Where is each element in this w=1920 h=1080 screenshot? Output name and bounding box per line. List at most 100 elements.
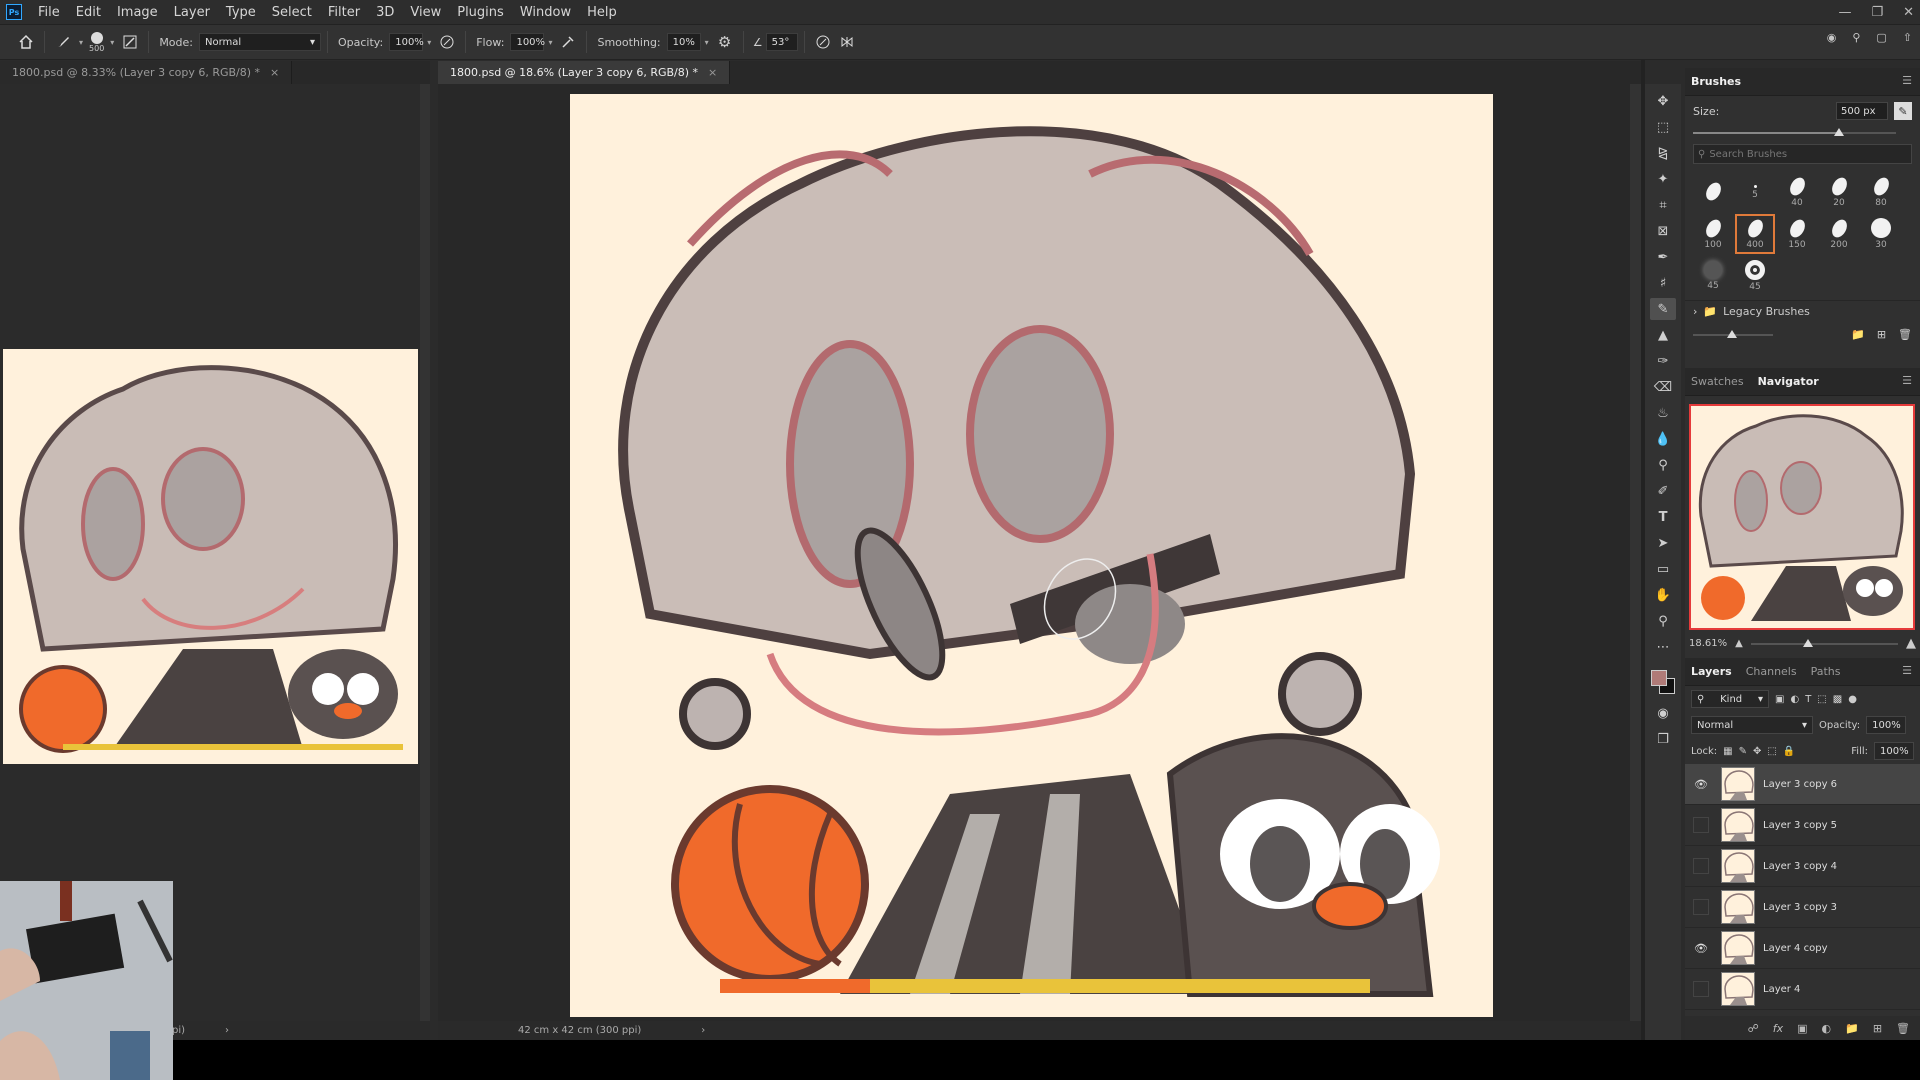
- brush-preset[interactable]: 80: [1861, 172, 1901, 212]
- brush-preset[interactable]: 40: [1777, 172, 1817, 212]
- screen-mode-icon[interactable]: ❐: [1650, 728, 1676, 750]
- tab-swatches[interactable]: Swatches: [1691, 375, 1744, 388]
- menu-help[interactable]: Help: [579, 5, 625, 20]
- chevron-right-icon[interactable]: ›: [225, 1025, 229, 1036]
- layer-style-fx-icon[interactable]: fx: [1773, 1022, 1783, 1035]
- lock-artboard-icon[interactable]: ⬚: [1767, 746, 1776, 757]
- filter-type-icon[interactable]: T: [1805, 694, 1811, 705]
- minimize-icon[interactable]: —: [1838, 5, 1851, 20]
- rectangle-tool-icon[interactable]: ▭: [1650, 558, 1676, 580]
- visibility-toggle-empty[interactable]: [1693, 899, 1709, 915]
- brush-preset-chevron-down-icon[interactable]: ▾: [110, 38, 114, 47]
- hand-tool-icon[interactable]: ✋: [1650, 584, 1676, 606]
- size-input[interactable]: 500 px: [1836, 102, 1888, 120]
- tab-layers[interactable]: Layers: [1691, 665, 1732, 678]
- search-icon[interactable]: ⚲: [1852, 31, 1860, 44]
- visibility-toggle-empty[interactable]: [1693, 858, 1709, 874]
- new-brush-icon[interactable]: ✎: [1894, 102, 1912, 120]
- brush-preset[interactable]: 200: [1819, 214, 1859, 254]
- filter-shape-icon[interactable]: ⬚: [1817, 694, 1826, 705]
- tab-brushes[interactable]: Brushes: [1691, 75, 1741, 88]
- angle-field[interactable]: 53°: [765, 33, 798, 51]
- layer-row[interactable]: Layer 3 copy 3: [1685, 887, 1920, 928]
- blend-mode-dropdown[interactable]: Normal ▾: [1691, 716, 1813, 734]
- opacity-field[interactable]: 100%: [389, 33, 424, 51]
- foreground-color-swatch[interactable]: [1651, 670, 1667, 686]
- eye-visibility-icon[interactable]: 👁: [1693, 940, 1709, 956]
- path-selection-tool-icon[interactable]: ➤: [1650, 532, 1676, 554]
- menu-filter[interactable]: Filter: [320, 5, 368, 20]
- brush-preset[interactable]: 30: [1861, 214, 1901, 254]
- filter-kind-dropdown[interactable]: ⚲ Kind ▾: [1691, 690, 1769, 708]
- brush-size-slider[interactable]: [1693, 126, 1896, 140]
- brush-preset[interactable]: [1693, 172, 1733, 212]
- layer-row[interactable]: Layer 3 copy 5: [1685, 805, 1920, 846]
- eraser-tool-icon[interactable]: ⌫: [1650, 376, 1676, 398]
- search-brushes-field[interactable]: ⚲ Search Brushes: [1693, 144, 1912, 164]
- brush-preset-picker[interactable]: 500: [89, 31, 104, 53]
- flow-chevron-down-icon[interactable]: ▾: [548, 38, 552, 47]
- new-group-folder-icon[interactable]: 📁: [1851, 328, 1865, 341]
- slider-knob[interactable]: [1727, 329, 1737, 338]
- flow-field[interactable]: 100%: [510, 33, 545, 51]
- filter-adjustment-icon[interactable]: ◐: [1790, 694, 1799, 705]
- visibility-toggle-empty[interactable]: [1693, 981, 1709, 997]
- slider-knob[interactable]: [1802, 638, 1813, 647]
- opacity-chevron-down-icon[interactable]: ▾: [427, 38, 431, 47]
- airbrush-icon[interactable]: [556, 30, 580, 54]
- menu-image[interactable]: Image: [109, 5, 166, 20]
- menu-select[interactable]: Select: [264, 5, 320, 20]
- menu-3d[interactable]: 3D: [368, 5, 402, 20]
- chevron-right-icon[interactable]: ›: [701, 1025, 705, 1036]
- tab-paths[interactable]: Paths: [1811, 665, 1841, 678]
- paint-bucket-tool-icon[interactable]: ♨: [1650, 402, 1676, 424]
- menu-plugins[interactable]: Plugins: [449, 5, 512, 20]
- pressure-opacity-icon[interactable]: [435, 30, 459, 54]
- frame-tool-icon[interactable]: ⊠: [1650, 220, 1676, 242]
- tab-document-8-33[interactable]: 1800.psd @ 8.33% (Layer 3 copy 6, RGB/8)…: [0, 61, 293, 84]
- left-canvas-artwork[interactable]: [3, 349, 418, 764]
- tab-channels[interactable]: Channels: [1746, 665, 1797, 678]
- user-account-icon[interactable]: ◉: [1827, 31, 1837, 44]
- layer-row[interactable]: 👁 Layer 4 copy: [1685, 928, 1920, 969]
- brush-settings-panel-icon[interactable]: [118, 30, 142, 54]
- layer-row[interactable]: Layer 3 copy 4: [1685, 846, 1920, 887]
- brush-preset[interactable]: 45: [1693, 256, 1733, 296]
- delete-layer-trash-icon[interactable]: 🗑: [1896, 1022, 1910, 1035]
- menu-type[interactable]: Type: [218, 5, 264, 20]
- pressure-size-icon[interactable]: [811, 30, 835, 54]
- clone-stamp-tool-icon[interactable]: ▲: [1650, 324, 1676, 346]
- menu-view[interactable]: View: [402, 5, 449, 20]
- eye-visibility-icon[interactable]: 👁: [1693, 776, 1709, 792]
- add-mask-icon[interactable]: ▣: [1797, 1022, 1807, 1035]
- brush-preset[interactable]: 400: [1735, 214, 1775, 254]
- zoom-slider[interactable]: [1750, 638, 1898, 650]
- adjustment-layer-icon[interactable]: ◐: [1822, 1022, 1832, 1035]
- panel-menu-icon[interactable]: ☰: [1902, 664, 1912, 677]
- brush-preset[interactable]: 20: [1819, 172, 1859, 212]
- move-tool-icon[interactable]: ✥: [1650, 90, 1676, 112]
- zoom-tool-icon[interactable]: ⚲: [1650, 610, 1676, 632]
- gear-icon[interactable]: ⚙: [713, 30, 737, 54]
- layer-row[interactable]: 👁 Layer 3 copy 6: [1685, 764, 1920, 805]
- lock-transparent-icon[interactable]: ▦: [1723, 746, 1732, 757]
- close-icon[interactable]: ×: [708, 66, 717, 79]
- filter-toggle-icon[interactable]: ●: [1848, 694, 1857, 705]
- restore-icon[interactable]: ❐: [1871, 5, 1883, 20]
- type-tool-icon[interactable]: T: [1650, 506, 1676, 528]
- brush-tool-icon[interactable]: [51, 30, 75, 54]
- brush-preset[interactable]: 5: [1735, 172, 1775, 212]
- panel-menu-icon[interactable]: ☰: [1902, 374, 1912, 387]
- preview-size-slider[interactable]: [1693, 329, 1773, 341]
- healing-brush-tool-icon[interactable]: ♯: [1650, 272, 1676, 294]
- lock-image-icon[interactable]: ✎: [1739, 746, 1747, 757]
- main-canvas-artwork[interactable]: [570, 94, 1493, 1017]
- navigator-thumbnail[interactable]: [1689, 404, 1915, 630]
- dodge-tool-icon[interactable]: ⚲: [1650, 454, 1676, 476]
- link-layers-icon[interactable]: ☍: [1748, 1022, 1759, 1035]
- pen-tool-icon[interactable]: ✐: [1650, 480, 1676, 502]
- lock-position-icon[interactable]: ✥: [1753, 746, 1761, 757]
- layer-opacity-field[interactable]: 100%: [1866, 716, 1907, 734]
- home-icon[interactable]: [14, 30, 38, 54]
- zoom-out-icon[interactable]: ▲: [1735, 638, 1743, 649]
